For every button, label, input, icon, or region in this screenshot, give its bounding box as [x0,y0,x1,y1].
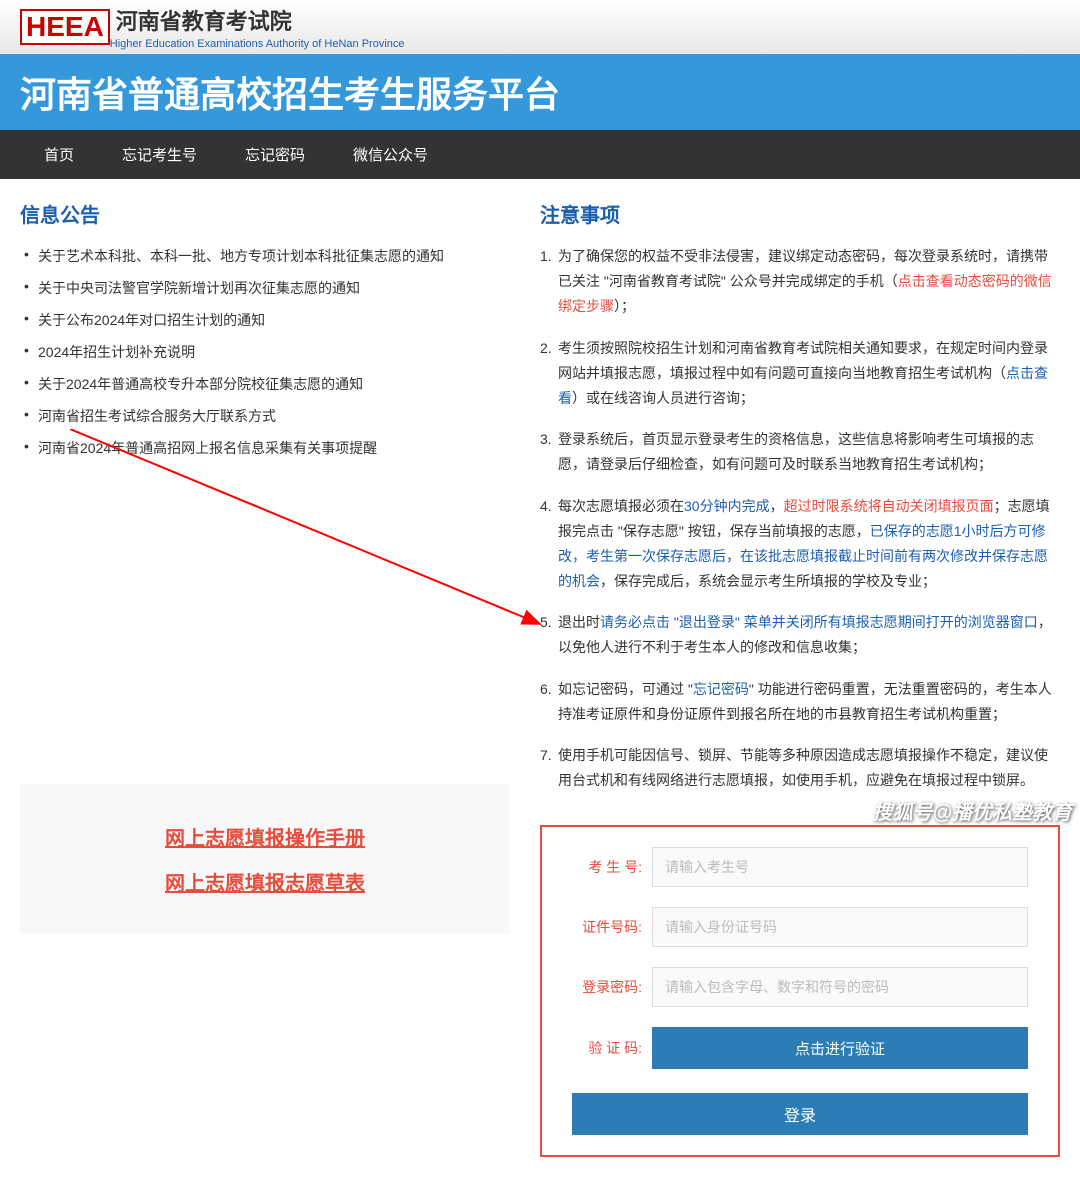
manual-link-guide[interactable]: 网上志愿填报操作手册 [50,814,480,859]
verify-button[interactable]: 点击进行验证 [652,1027,1028,1069]
notice-item: 如忘记密码，可通过 "忘记密码" 功能进行密码重置，无法重置密码的，考生本人持准… [540,673,1060,739]
org-name-en: Higher Education Examinations Authority … [110,38,405,50]
logo: HEEA 河南省教育考试院 Higher Education Examinati… [20,4,405,50]
header-org: HEEA 河南省教育考试院 Higher Education Examinati… [0,0,1080,54]
manual-link-draft[interactable]: 网上志愿填报志愿草表 [50,859,480,904]
student-id-input[interactable] [652,847,1028,887]
manual-box: 网上志愿填报操作手册 网上志愿填报志愿草表 [20,784,510,934]
logo-abbr: HEEA [20,9,110,45]
notice-item: 退出时请务必点击 "退出登录" 菜单并关闭所有填报志愿期间打开的浏览器窗口，以免… [540,606,1060,672]
notice-list: 为了确保您的权益不受非法侵害，建议绑定动态密码，每次登录系统时，请携带已关注 "… [540,240,1060,805]
password-input[interactable] [652,967,1028,1007]
label-verify: 验 证 码: [572,1038,652,1058]
nav-forgot-id[interactable]: 忘记考生号 [98,130,221,179]
bulletin-item[interactable]: 关于公布2024年对口招生计划的通知 [20,304,510,336]
notice-item: 每次志愿填报必须在30分钟内完成，超过时限系统将自动关闭填报页面；志愿填报完点击… [540,490,1060,607]
bulletin-item[interactable]: 关于中央司法警官学院新增计划再次征集志愿的通知 [20,272,510,304]
bulletin-item[interactable]: 关于2024年普通高校专升本部分院校征集志愿的通知 [20,368,510,400]
bulletin-list: 关于艺术本科批、本科一批、地方专项计划本科批征集志愿的通知 关于中央司法警官学院… [20,240,510,464]
forgot-pwd-link[interactable]: 忘记密码 [693,681,749,697]
bulletin-item[interactable]: 河南省招生考试综合服务大厅联系方式 [20,400,510,432]
platform-title: 河南省普通高校招生考生服务平台 [0,54,1080,130]
nav-bar: 首页 忘记考生号 忘记密码 微信公众号 [0,130,1080,179]
bulletin-item[interactable]: 河南省2024年普通高招网上报名信息采集有关事项提醒 [20,432,510,464]
bulletin-item[interactable]: 关于艺术本科批、本科一批、地方专项计划本科批征集志愿的通知 [20,240,510,272]
notice-item: 为了确保您的权益不受非法侵害，建议绑定动态密码，每次登录系统时，请携带已关注 "… [540,240,1060,332]
bulletin-title: 信息公告 [20,199,510,228]
bulletin-item[interactable]: 2024年招生计划补充说明 [20,336,510,368]
login-box: 考 生 号: 证件号码: 登录密码: 验 证 码: 点击进行验证 登录 [540,825,1060,1157]
login-button[interactable]: 登录 [572,1093,1028,1135]
label-id-number: 证件号码: [572,917,652,937]
label-password: 登录密码: [572,977,652,997]
id-number-input[interactable] [652,907,1028,947]
nav-wechat[interactable]: 微信公众号 [329,130,452,179]
notice-title: 注意事项 [540,199,1060,228]
nav-home[interactable]: 首页 [20,130,98,179]
org-name-cn: 河南省教育考试院 [116,9,292,34]
nav-forgot-password[interactable]: 忘记密码 [221,130,329,179]
watermark: 搜狐号@播优私塾教育 [872,796,1072,825]
label-student-id: 考 生 号: [572,857,652,877]
notice-item: 登录系统后，首页显示登录考生的资格信息，这些信息将影响考生可填报的志愿，请登录后… [540,423,1060,489]
notice-item: 考生须按照院校招生计划和河南省教育考试院相关通知要求，在规定时间内登录网站并填报… [540,332,1060,424]
